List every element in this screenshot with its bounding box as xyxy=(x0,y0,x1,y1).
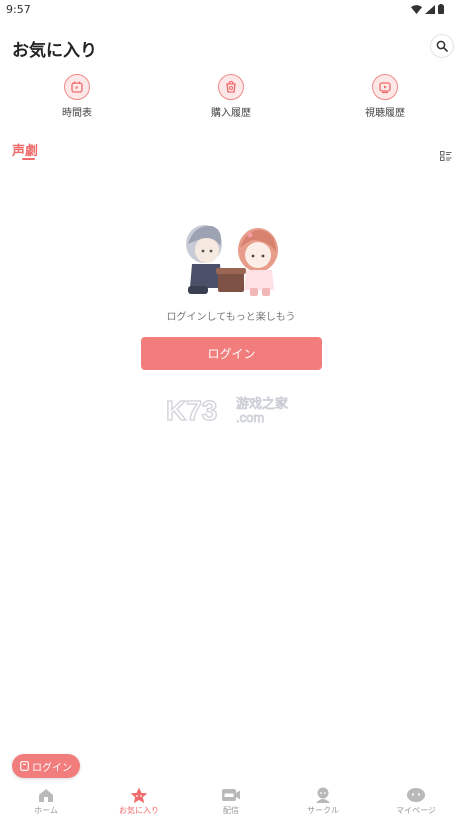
floating-login-label: ログイン xyxy=(32,762,72,774)
mypage-icon xyxy=(407,788,425,802)
watermark-logo: K73 游戏之家 .com xyxy=(165,394,300,427)
battery-icon xyxy=(438,4,444,14)
floating-login-button[interactable]: ログイン xyxy=(12,754,80,778)
shortcut-viewing-history[interactable]: 視聴履歴 xyxy=(345,74,425,119)
timetable-icon xyxy=(64,74,90,100)
shortcut-label: 視聴履歴 xyxy=(365,108,405,119)
view-toggle-button[interactable] xyxy=(440,146,452,165)
tab-underline xyxy=(22,158,35,160)
watermark-brand: K73 xyxy=(166,395,217,426)
circle-icon xyxy=(316,787,330,803)
nav-label: 配信 xyxy=(223,806,239,815)
empty-state-illustration xyxy=(186,225,278,296)
nav-favorites[interactable]: お気に入り xyxy=(99,786,179,816)
shortcut-purchase-history[interactable]: 購入履歴 xyxy=(191,74,271,119)
purchase-history-icon xyxy=(218,74,244,100)
shortcut-timetable[interactable]: 時間表 xyxy=(37,74,117,119)
home-icon xyxy=(39,789,53,802)
login-button[interactable]: ログイン xyxy=(141,337,322,370)
nav-mypage[interactable]: マイページ xyxy=(376,786,456,816)
login-icon xyxy=(20,761,29,771)
tab-seigeki[interactable]: 声劇 xyxy=(12,140,38,159)
status-icons xyxy=(411,4,444,14)
search-button[interactable] xyxy=(430,34,454,58)
header: お気に入り xyxy=(0,30,462,64)
shortcut-label: 購入履歴 xyxy=(211,108,251,119)
signal-icon xyxy=(425,4,435,14)
nav-live[interactable]: 配信 xyxy=(191,786,271,816)
nav-label: ホーム xyxy=(34,806,58,815)
nav-label: お気に入り xyxy=(119,806,159,815)
wifi-icon xyxy=(411,4,422,14)
tab-bar: 声劇 xyxy=(0,138,462,164)
nav-home[interactable]: ホーム xyxy=(6,786,86,816)
bottom-navigation: ホーム お気に入り 配信 サークル マイページ xyxy=(0,784,462,821)
list-view-icon xyxy=(440,151,452,161)
empty-state-message: ログインしてもっと楽しもう xyxy=(166,312,296,323)
live-icon xyxy=(222,789,240,801)
nav-circle[interactable]: サークル xyxy=(283,786,363,816)
watermark-text-bottom: .com xyxy=(236,410,264,425)
shortcut-row: 時間表 購入履歴 視聴履歴 xyxy=(0,74,462,122)
search-icon xyxy=(436,40,448,52)
shortcut-label: 時間表 xyxy=(62,108,92,119)
page-title: お気に入り xyxy=(12,41,97,61)
status-bar: 9:57 xyxy=(0,0,462,20)
nav-label: サークル xyxy=(307,806,339,815)
nav-label: マイページ xyxy=(396,806,436,815)
star-icon xyxy=(130,787,148,803)
status-time: 9:57 xyxy=(6,3,31,16)
viewing-history-icon xyxy=(372,74,398,100)
